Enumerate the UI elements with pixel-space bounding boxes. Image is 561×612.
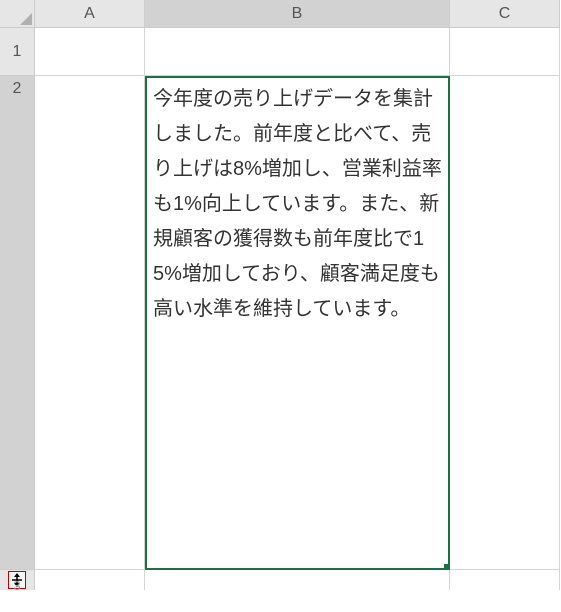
select-all-corner[interactable] bbox=[0, 0, 35, 28]
row-label-3-small: 3 bbox=[13, 579, 20, 592]
cell-C2[interactable] bbox=[450, 76, 560, 570]
cell-C3[interactable] bbox=[450, 570, 560, 590]
cell-B1[interactable] bbox=[145, 28, 450, 76]
cell-B3[interactable] bbox=[145, 570, 450, 590]
column-header-A[interactable]: A bbox=[35, 0, 145, 28]
cell-A1[interactable] bbox=[35, 28, 145, 76]
spreadsheet-grid: A B C 1 2 今年度の売り上げデータを集計しました。前年度と比べて、売り上… bbox=[0, 0, 561, 590]
cell-B2[interactable]: 今年度の売り上げデータを集計しました。前年度と比べて、売り上げは8%増加し、営業… bbox=[145, 76, 450, 570]
row-resize-handle-2-3[interactable]: 3 bbox=[0, 570, 35, 590]
cell-B2-text: 今年度の売り上げデータを集計しました。前年度と比べて、売り上げは8%増加し、営業… bbox=[153, 82, 442, 327]
column-header-B[interactable]: B bbox=[145, 0, 450, 28]
cell-C1[interactable] bbox=[450, 28, 560, 76]
row-header-1[interactable]: 1 bbox=[0, 28, 35, 76]
cell-A3[interactable] bbox=[35, 570, 145, 590]
row-header-2[interactable]: 2 bbox=[0, 76, 35, 570]
column-header-C[interactable]: C bbox=[450, 0, 560, 28]
cell-A2[interactable] bbox=[35, 76, 145, 570]
